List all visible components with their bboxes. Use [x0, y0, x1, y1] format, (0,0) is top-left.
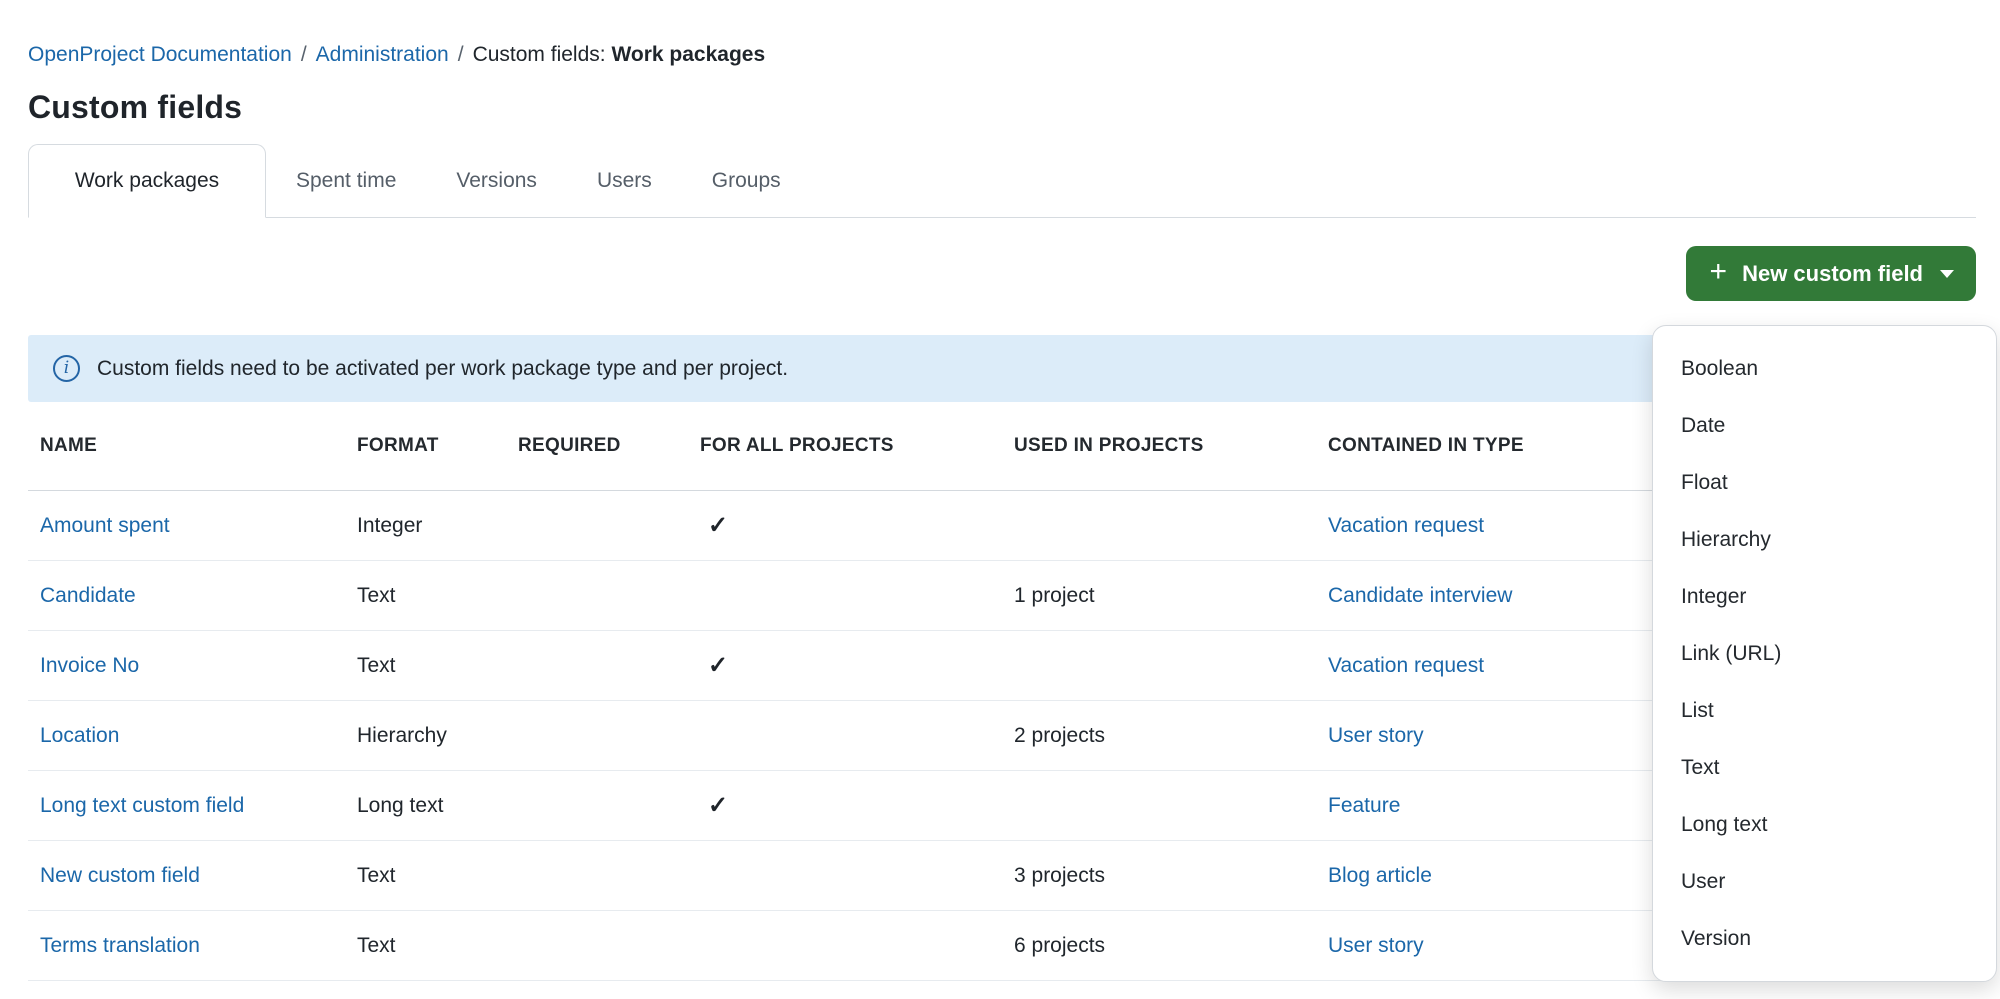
- custom-field-name-link[interactable]: Amount spent: [40, 514, 170, 537]
- custom-field-name-link[interactable]: New custom field: [40, 864, 200, 887]
- breadcrumb-separator: /: [292, 43, 316, 66]
- dropdown-item-boolean[interactable]: Boolean: [1653, 340, 1996, 397]
- format-cell: Integer: [345, 514, 506, 538]
- breadcrumb: OpenProject Documentation/Administration…: [28, 0, 1976, 67]
- dropdown-item-text[interactable]: Text: [1653, 739, 1996, 796]
- column-header-required: Required: [506, 435, 688, 457]
- column-header-used-in-projects: Used in projects: [1002, 435, 1316, 457]
- tab-work-packages[interactable]: Work packages: [28, 144, 266, 218]
- for-all-projects-checkmark-icon: ✓: [708, 792, 728, 819]
- tab-bar: Work packages Spent time Versions Users …: [28, 144, 1976, 218]
- format-cell: Text: [345, 654, 506, 678]
- contained-in-type-link[interactable]: Candidate interview: [1328, 584, 1512, 607]
- column-header-for-all-projects: For all projects: [688, 435, 1002, 457]
- dropdown-item-link-url[interactable]: Link (URL): [1653, 625, 1996, 682]
- breadcrumb-separator: /: [449, 43, 473, 66]
- format-cell: Text: [345, 584, 506, 608]
- format-cell: Text: [345, 864, 506, 888]
- dropdown-item-version[interactable]: Version: [1653, 910, 1996, 967]
- column-header-name: Name: [28, 435, 345, 457]
- plus-icon: +: [1710, 257, 1728, 287]
- contained-in-type-link[interactable]: Feature: [1328, 794, 1400, 817]
- tab-users[interactable]: Users: [567, 144, 682, 217]
- new-custom-field-button[interactable]: + New custom field: [1686, 246, 1976, 301]
- breadcrumb-current: Custom fields: Work packages: [473, 43, 766, 66]
- breadcrumb-current-page: Work packages: [611, 43, 765, 66]
- info-icon: i: [53, 355, 80, 382]
- dropdown-item-hierarchy[interactable]: Hierarchy: [1653, 511, 1996, 568]
- dropdown-item-long-text[interactable]: Long text: [1653, 796, 1996, 853]
- custom-field-name-link[interactable]: Candidate: [40, 584, 136, 607]
- custom-field-name-link[interactable]: Location: [40, 724, 119, 747]
- tab-spent-time[interactable]: Spent time: [266, 144, 426, 217]
- dropdown-item-integer[interactable]: Integer: [1653, 568, 1996, 625]
- format-cell: Long text: [345, 794, 506, 818]
- used-in-projects-cell: 2 projects: [1002, 724, 1316, 748]
- used-in-projects-cell: 3 projects: [1002, 864, 1316, 888]
- toolbar: + New custom field: [28, 246, 1976, 301]
- for-all-projects-cell: ✓: [688, 511, 1002, 540]
- dropdown-item-float[interactable]: Float: [1653, 454, 1996, 511]
- for-all-projects-checkmark-icon: ✓: [708, 512, 728, 539]
- for-all-projects-checkmark-icon: ✓: [708, 652, 728, 679]
- breadcrumb-link-openproject-documentation[interactable]: OpenProject Documentation: [28, 43, 292, 66]
- dropdown-item-list[interactable]: List: [1653, 682, 1996, 739]
- contained-in-type-link[interactable]: User story: [1328, 934, 1424, 957]
- custom-field-name-link[interactable]: Terms translation: [40, 934, 200, 957]
- custom-field-name-link[interactable]: Invoice No: [40, 654, 139, 677]
- page-title: Custom fields: [28, 89, 1976, 126]
- tab-versions[interactable]: Versions: [426, 144, 567, 217]
- custom-field-name-link[interactable]: Long text custom field: [40, 794, 244, 817]
- breadcrumb-link-administration[interactable]: Administration: [316, 43, 449, 66]
- tab-groups[interactable]: Groups: [682, 144, 811, 217]
- new-custom-field-dropdown-menu: BooleanDateFloatHierarchyIntegerLink (UR…: [1652, 325, 1997, 982]
- contained-in-type-link[interactable]: User story: [1328, 724, 1424, 747]
- contained-in-type-link[interactable]: Vacation request: [1328, 654, 1484, 677]
- dropdown-item-user[interactable]: User: [1653, 853, 1996, 910]
- for-all-projects-cell: ✓: [688, 651, 1002, 680]
- format-cell: Hierarchy: [345, 724, 506, 748]
- for-all-projects-cell: ✓: [688, 791, 1002, 820]
- column-header-format: Format: [345, 435, 506, 457]
- used-in-projects-cell: 6 projects: [1002, 934, 1316, 958]
- used-in-projects-cell: 1 project: [1002, 584, 1316, 608]
- new-custom-field-button-label: New custom field: [1742, 261, 1923, 287]
- dropdown-item-date[interactable]: Date: [1653, 397, 1996, 454]
- info-banner-text: Custom fields need to be activated per w…: [97, 357, 788, 381]
- chevron-down-icon: [1940, 270, 1954, 278]
- contained-in-type-link[interactable]: Blog article: [1328, 864, 1432, 887]
- format-cell: Text: [345, 934, 506, 958]
- contained-in-type-link[interactable]: Vacation request: [1328, 514, 1484, 537]
